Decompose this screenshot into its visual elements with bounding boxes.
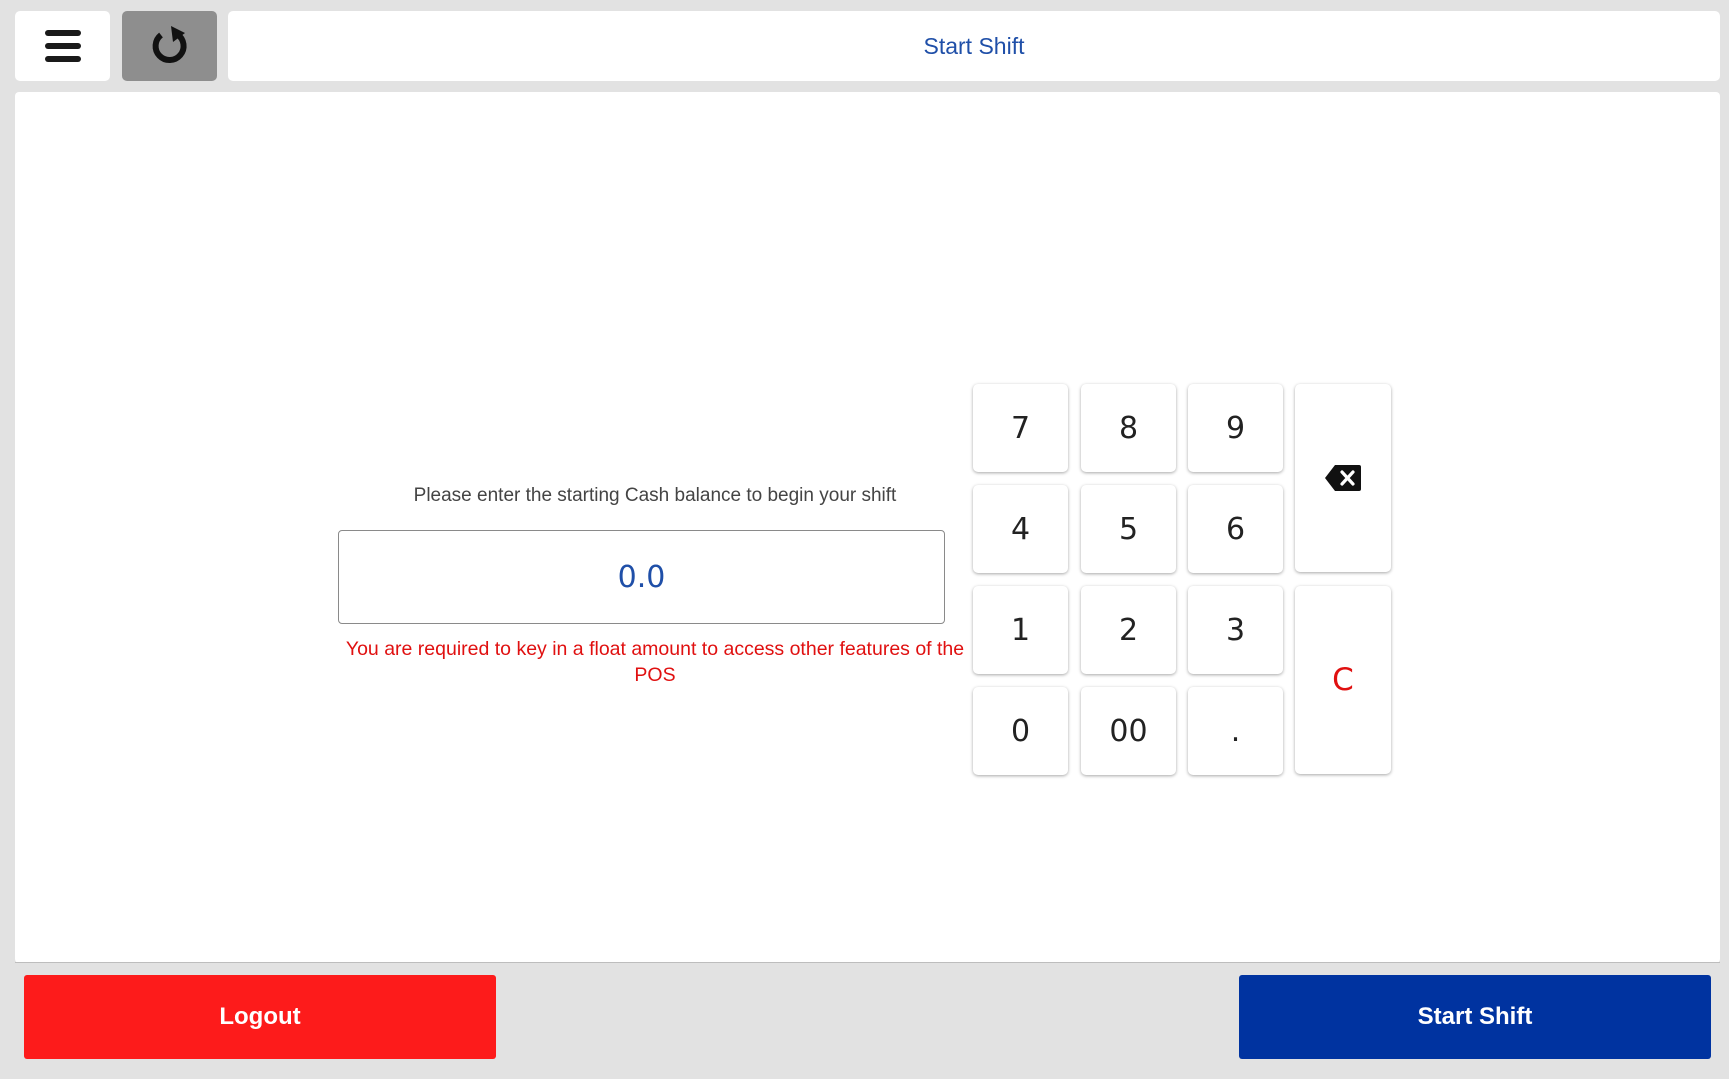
keypad-key-3[interactable]: 3 <box>1188 586 1283 674</box>
keypad-key-00[interactable]: 00 <box>1081 687 1176 775</box>
float-prompt: Please enter the starting Cash balance t… <box>413 485 897 506</box>
keypad-key-decimal[interactable]: . <box>1188 687 1283 775</box>
menu-button[interactable] <box>15 11 110 81</box>
keypad-key-2[interactable]: 2 <box>1081 586 1176 674</box>
hamburger-menu-icon <box>44 30 81 62</box>
keypad-key-5[interactable]: 5 <box>1081 485 1176 573</box>
keypad-key-0[interactable]: 0 <box>973 687 1068 775</box>
keypad-key-8[interactable]: 8 <box>1081 384 1176 472</box>
refresh-button[interactable] <box>122 11 217 81</box>
float-error-message: You are required to key in a float amoun… <box>345 638 965 686</box>
keypad-key-7[interactable]: 7 <box>973 384 1068 472</box>
keypad-key-6[interactable]: 6 <box>1188 485 1283 573</box>
page-title: Start Shift <box>923 32 1025 59</box>
float-amount-input[interactable]: 0.0 <box>338 530 945 624</box>
keypad-key-9[interactable]: 9 <box>1188 384 1283 472</box>
backspace-icon <box>1325 465 1361 491</box>
footer-divider <box>15 962 1720 963</box>
page-title-bar: Start Shift <box>228 11 1720 81</box>
keypad-clear-button[interactable]: C <box>1295 586 1391 774</box>
refresh-icon <box>152 26 187 64</box>
main-panel: Please enter the starting Cash balance t… <box>15 92 1720 963</box>
logout-button[interactable]: Logout <box>24 975 496 1059</box>
keypad-backspace-button[interactable] <box>1295 384 1391 572</box>
keypad-key-4[interactable]: 4 <box>973 485 1068 573</box>
keypad-key-1[interactable]: 1 <box>973 586 1068 674</box>
float-amount-value: 0.0 <box>617 559 666 595</box>
start-shift-button[interactable]: Start Shift <box>1239 975 1711 1059</box>
